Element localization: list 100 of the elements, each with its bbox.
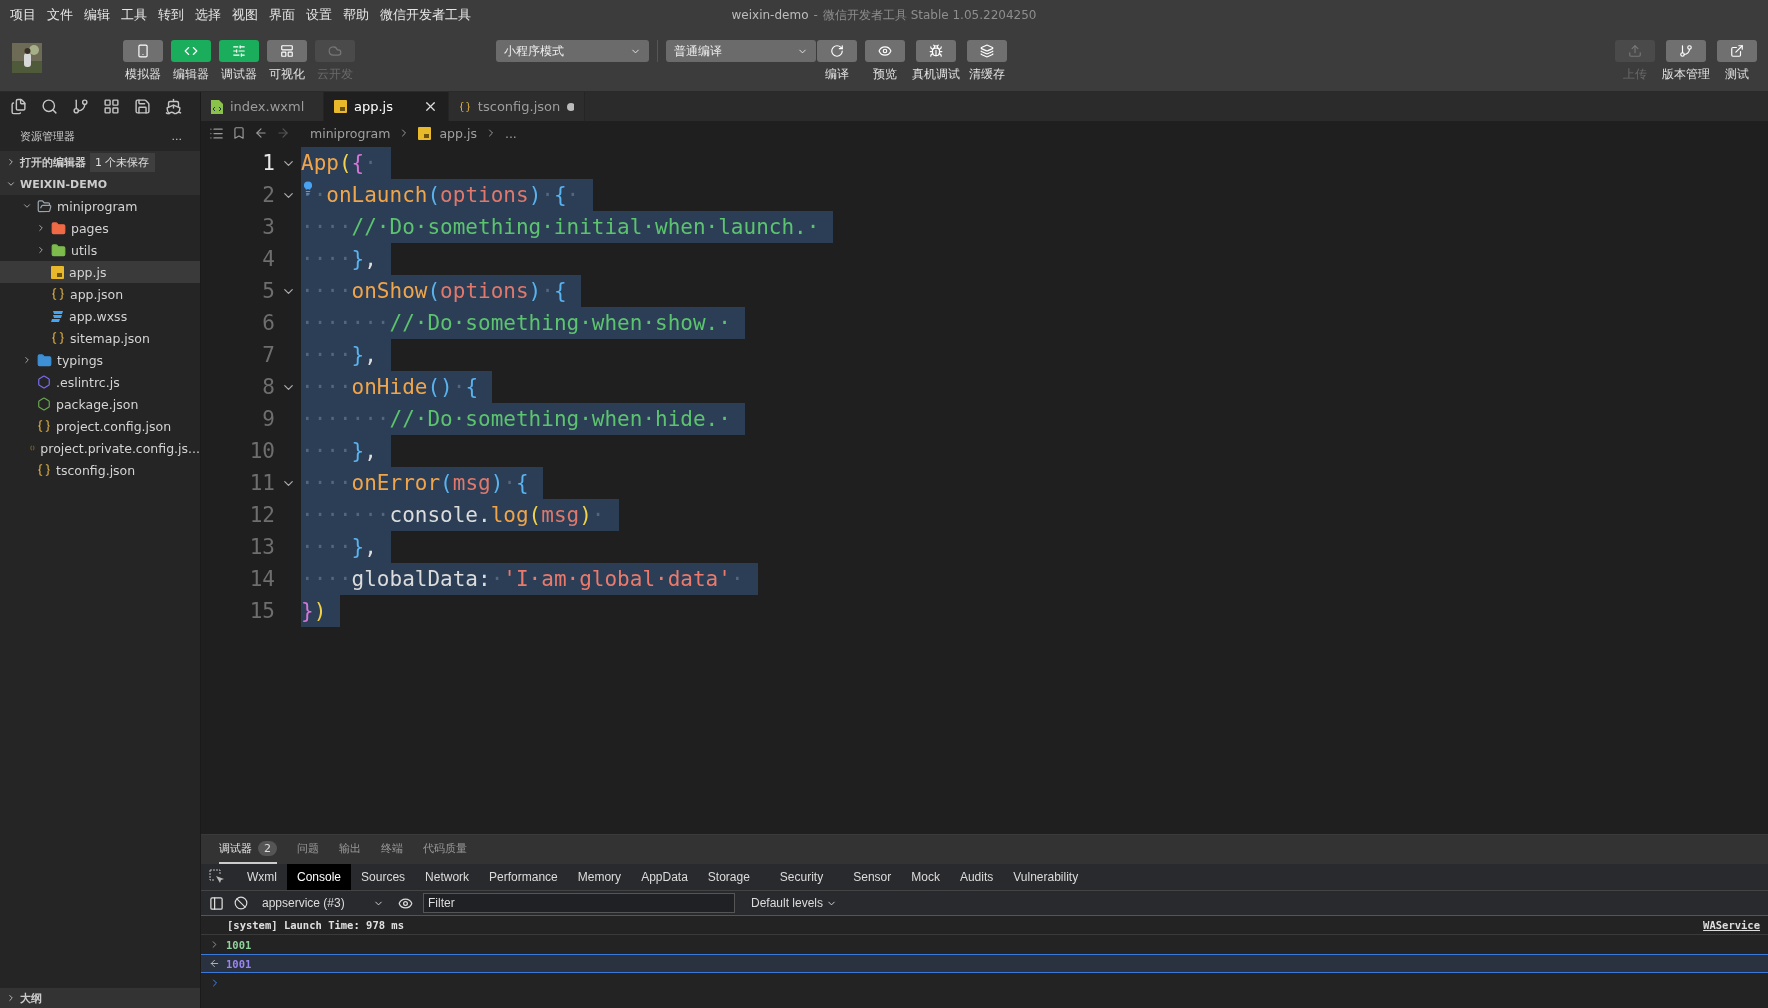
files-icon[interactable] [10, 98, 27, 115]
filter-field[interactable]: Filter [423, 893, 735, 913]
toolbar-button[interactable]: 版本管理 [1662, 40, 1710, 83]
cloud-icon [328, 44, 342, 58]
inspect-icon[interactable] [209, 869, 225, 885]
bug-icon [929, 44, 943, 58]
clear-icon [234, 896, 248, 910]
more-button[interactable]: ... [171, 129, 182, 143]
toolbar-button[interactable]: 编译 [816, 40, 858, 83]
devtools-tab[interactable]: AppData [631, 864, 698, 890]
menu-item[interactable]: 转到 [158, 6, 184, 24]
panel-tab[interactable]: 问题 [297, 835, 319, 864]
compile-select[interactable]: 普通编译 [666, 40, 816, 62]
file-item[interactable]: sitemap.json [0, 327, 200, 349]
menu-item[interactable]: 选择 [195, 6, 221, 24]
extensions-icon[interactable] [103, 98, 120, 115]
open-editors-header[interactable]: 打开的编辑器 1 个未保存 [0, 151, 200, 173]
console-result-text: 1001 [226, 957, 253, 970]
folder-item[interactable]: miniprogram [0, 195, 200, 217]
devtools-tab[interactable]: Performance [479, 864, 568, 890]
hexagon-icon [37, 375, 51, 389]
folder-item[interactable]: typings [0, 349, 200, 371]
panel-tab[interactable]: 代码质量 [423, 835, 467, 864]
devtools-tab[interactable]: Network [415, 864, 480, 890]
menu-item[interactable]: 界面 [269, 6, 295, 24]
outline-header[interactable]: 大纲 [0, 988, 200, 1008]
sidebar-toggle-icon [209, 895, 224, 911]
phone-icon [136, 44, 150, 58]
eye-icon [398, 895, 413, 911]
ship-icon[interactable] [165, 98, 182, 115]
devtools-tab[interactable]: Storage [697, 864, 760, 890]
devtools-tab[interactable]: Sources [351, 864, 416, 890]
line-number: 8 [261, 375, 275, 399]
folder-item[interactable]: utils [0, 239, 200, 261]
menu-item[interactable]: 工具 [121, 6, 147, 24]
devtools-tab[interactable]: Wxml [237, 864, 287, 890]
toolbar-button[interactable]: 预览 [864, 40, 906, 83]
code-icon [184, 44, 198, 58]
wxml-file-icon [211, 99, 223, 114]
breadcrumb-item[interactable]: miniprogram [310, 125, 391, 141]
devtools-tab[interactable]: Security [759, 864, 844, 890]
devtools-tab[interactable]: Vulnerability [1003, 864, 1089, 890]
menu-item[interactable]: 微信开发者工具 [380, 6, 471, 24]
file-item[interactable]: project.config.json [0, 415, 200, 437]
view-toggle[interactable]: 模拟器 [122, 40, 164, 83]
toolbar-button[interactable]: 真机调试 [912, 40, 960, 83]
braces-icon [51, 331, 65, 345]
js-file-icon [51, 265, 64, 279]
file-item[interactable]: tsconfig.json [0, 459, 200, 481]
view-toggle[interactable]: 编辑器 [170, 40, 212, 83]
console-output-text: 1001 [226, 938, 253, 951]
layout-icon [280, 44, 294, 58]
panel-tab[interactable]: 终端 [381, 835, 403, 864]
external-link-icon [1730, 44, 1744, 58]
file-item[interactable]: app.js [0, 261, 200, 283]
view-toggle[interactable]: 调试器 [218, 40, 260, 83]
menu-item[interactable]: 设置 [306, 6, 332, 24]
devtools-tab[interactable]: Memory [567, 864, 632, 890]
menu-item[interactable]: 帮助 [343, 6, 369, 24]
project-header[interactable]: WEIXIN-DEMO [0, 173, 200, 195]
editor-tab[interactable]: app.js [324, 92, 449, 121]
search-icon[interactable] [41, 98, 58, 115]
branch-icon[interactable] [72, 98, 89, 115]
menu-item[interactable]: 项目 [10, 6, 36, 24]
folder-icon [37, 198, 52, 214]
devtools-tab[interactable]: Sensor [843, 864, 902, 890]
devtools-tab[interactable]: Audits [949, 864, 1004, 890]
menu-item[interactable]: 编辑 [84, 6, 110, 24]
levels-dropdown[interactable]: Default levels [745, 895, 844, 911]
breadcrumb-item[interactable]: ... [504, 125, 517, 141]
toolbar-button[interactable]: 清缓存 [966, 40, 1008, 83]
line-number: 5 [261, 279, 275, 303]
file-item[interactable]: app.wxss [0, 305, 200, 327]
section-label: 打开的编辑器 [20, 154, 86, 170]
file-item[interactable]: project.private.config.js... [0, 437, 200, 459]
caret-down-icon [6, 179, 16, 189]
breadcrumb-item[interactable]: app.js [439, 125, 477, 141]
folder-icon [51, 242, 66, 258]
devtools-tab[interactable]: Mock [901, 864, 950, 890]
devtools-tab[interactable]: Console [287, 864, 352, 890]
toolbar-button[interactable]: 测试 [1716, 40, 1758, 83]
caret-right-icon [36, 245, 46, 255]
folder-item[interactable]: pages [0, 217, 200, 239]
menu-item[interactable]: 视图 [232, 6, 258, 24]
view-toggle[interactable]: 可视化 [266, 40, 308, 83]
count-badge: 2 [258, 841, 277, 856]
braces-icon [37, 419, 51, 433]
save-icon[interactable] [134, 98, 151, 115]
context-select[interactable]: appservice (#3) [258, 896, 388, 910]
mode-select[interactable]: 小程序模式 [496, 40, 649, 62]
file-item[interactable]: .eslintrc.js [0, 371, 200, 393]
file-item[interactable]: app.json [0, 283, 200, 305]
back-icon [254, 126, 268, 140]
panel-tab[interactable]: 输出 [339, 835, 361, 864]
line-number: 10 [248, 439, 275, 463]
source-link[interactable]: WAService [1703, 919, 1760, 931]
file-item[interactable]: package.json [0, 393, 200, 415]
menu-item[interactable]: 文件 [47, 6, 73, 24]
refresh-icon [830, 44, 844, 58]
line-number: 3 [261, 215, 275, 239]
